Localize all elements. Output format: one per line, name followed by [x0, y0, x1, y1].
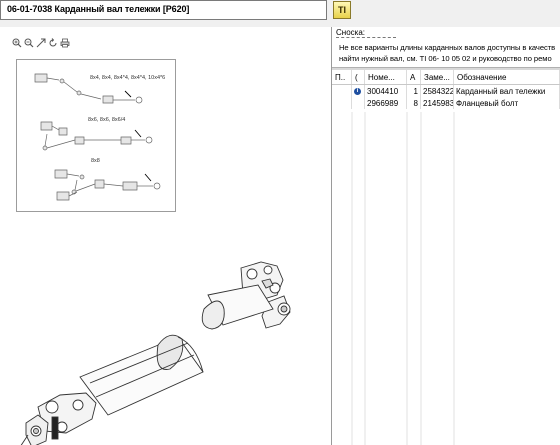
table-header: П.. ( Номе... А Заме... Обозначение — [332, 70, 560, 85]
note-text: Не все варианты длины карданных валов до… — [339, 43, 556, 52]
illustration-toolbar — [11, 37, 70, 49]
zoom-in-icon[interactable] — [11, 37, 22, 48]
position-cell — [332, 85, 352, 97]
replaced-cell: 2584322 — [423, 85, 454, 97]
quantity-cell: 1 — [407, 85, 421, 97]
parts-table: П.. ( Номе... А Заме... Обозначение i 30… — [332, 70, 560, 109]
print-icon[interactable] — [59, 37, 70, 48]
thumbnail-label: 8x4, 8x4, 8x4*4, 8x4*4, 10x4*6 — [90, 75, 166, 81]
thumbnail-label: 8x8 — [91, 158, 100, 164]
column-header[interactable]: ( — [352, 70, 365, 84]
column-header[interactable]: П.. — [332, 70, 352, 84]
table-row[interactable]: 2966989 8 2145983 Фланцевый болт — [332, 97, 560, 109]
quantity-cell: 8 — [407, 97, 421, 109]
overview-drawing — [34, 73, 161, 201]
info-cell — [352, 97, 365, 109]
note-text: найти нужный вал, см. TI 06- 10 05 02 и … — [339, 54, 552, 63]
info-cell: i — [352, 85, 365, 97]
table-column-lines — [351, 112, 455, 445]
rotate-icon[interactable] — [47, 37, 58, 48]
column-header[interactable]: Обозначение — [454, 70, 560, 84]
replaced-cell: 2145983 — [423, 97, 454, 109]
page-title: 06-01-7038 Карданный вал тележки [P620] — [7, 4, 190, 14]
position-cell — [332, 97, 352, 109]
part-number-cell: 2966989 — [365, 97, 407, 109]
fit-icon[interactable] — [35, 37, 46, 48]
column-header[interactable]: Номе... — [365, 70, 407, 84]
table-row[interactable]: i 3004410 1 2584322 Карданный вал тележк… — [332, 85, 560, 97]
cardan-shaft-drawing — [20, 261, 291, 445]
title-bar: 06-01-7038 Карданный вал тележки [P620] — [0, 0, 327, 20]
overview-thumbnail[interactable]: 8x4, 8x4, 8x4*4, 8x4*4, 10x4*6 8x6, 8x6,… — [16, 59, 176, 212]
designation-cell: Фланцевый болт — [454, 97, 560, 109]
zoom-out-icon[interactable] — [23, 37, 34, 48]
ti-button[interactable]: TI — [333, 1, 351, 19]
column-header[interactable]: А — [407, 70, 421, 84]
note-title: Сноска: — [336, 28, 365, 37]
part-number-cell: 3004410 — [365, 85, 407, 97]
note-divider — [336, 37, 396, 38]
info-icon[interactable]: i — [354, 87, 361, 95]
thumbnail-label: 8x6, 8x6, 8x6/4 — [88, 117, 126, 123]
designation-cell: Карданный вал тележки — [454, 85, 560, 97]
parts-panel: Сноска: Не все варианты длины карданных … — [332, 27, 560, 445]
column-header[interactable]: Заме... — [421, 70, 454, 84]
illustration-panel[interactable]: 8x4, 8x4, 8x4*4, 8x4*4, 10x4*6 8x6, 8x6,… — [0, 27, 332, 445]
